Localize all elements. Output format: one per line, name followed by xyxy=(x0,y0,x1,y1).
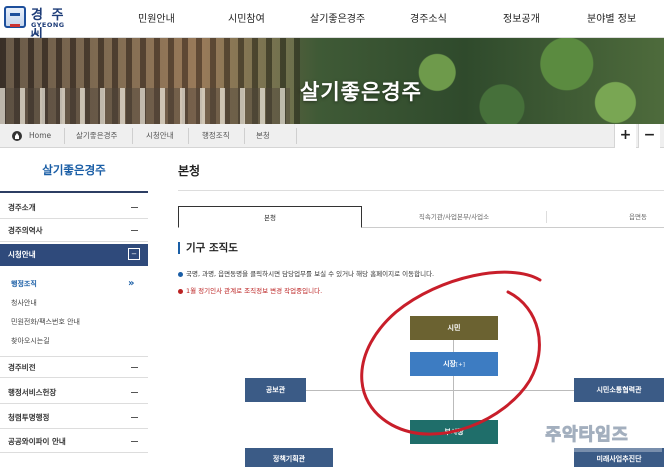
org-box-deputy-mayor[interactable]: 부시장 xyxy=(410,420,498,444)
sidebar-item-integrity[interactable]: 청렴투명행정 xyxy=(0,407,148,429)
zoom-out-button[interactable]: − xyxy=(638,124,660,148)
org-mayor-label: 시장 xyxy=(443,360,456,368)
logo-english-text: GYEONG JU xyxy=(31,21,65,37)
hero-banner: 살기좋은경주 xyxy=(0,38,664,124)
minus-icon xyxy=(131,392,138,393)
org-box-citizen-comm[interactable]: 시민소통협력관 xyxy=(574,378,664,402)
gyeongju-logo[interactable]: 경 주 시 GYEONG JU xyxy=(4,4,74,42)
org-connector xyxy=(453,376,454,420)
info-note-text: 국명, 과명, 읍면동명을 클릭하시면 담당업무를 보실 수 있거나 해당 홈페… xyxy=(186,270,435,278)
sidebar-item-history[interactable]: 경주의역사 xyxy=(0,220,148,242)
sidebar-item-label: 공공와이파이 안내 xyxy=(8,437,66,446)
zoom-in-button[interactable]: + xyxy=(614,124,636,148)
sidebar-item-label: 경주비전 xyxy=(8,363,36,372)
sidebar-sub-building[interactable]: 청사안내 xyxy=(11,298,37,308)
bullet-icon xyxy=(178,271,183,277)
home-icon[interactable] xyxy=(12,131,22,141)
sidebar-title: 살기좋은경주 xyxy=(42,163,106,177)
sidebar-sub-phone[interactable]: 민원전화/팩스번호 안내 xyxy=(11,317,80,327)
minus-icon xyxy=(131,230,138,231)
sidebar-item-wifi[interactable]: 공공와이파이 안내 xyxy=(0,431,148,453)
info-note: 국명, 과명, 읍면동명을 클릭하시면 담당업무를 보실 수 있거나 해당 홈페… xyxy=(178,268,434,278)
double-chevron-right-icon: » xyxy=(128,278,135,289)
breadcrumb: Home 살기좋은경주 시청안내 행정조직 본청 + − xyxy=(0,124,664,148)
bullet-icon xyxy=(178,288,183,294)
sidebar-item-label: 청렴투명행정 xyxy=(8,413,50,422)
sidebar-item-label: 행정서비스헌장 xyxy=(8,388,57,397)
sidebar-item-charter[interactable]: 행정서비스헌장 xyxy=(0,382,148,404)
org-connector xyxy=(306,390,576,391)
sidebar-sub-directions[interactable]: 찾아오시는길 xyxy=(11,336,50,346)
nav-item-participation[interactable]: 시민참여 xyxy=(228,10,265,25)
org-box-planning[interactable]: 정책기획관 xyxy=(245,448,333,467)
city-emblem-icon xyxy=(4,6,26,28)
nav-item-good-life[interactable]: 살기좋은경주 xyxy=(310,10,365,25)
breadcrumb-item-main-office[interactable]: 본청 xyxy=(256,124,270,148)
org-box-mayor[interactable]: 시장[+] xyxy=(410,352,498,376)
tab-affiliated[interactable]: 직속기관/사업본부/사업소 xyxy=(362,206,546,228)
org-connector xyxy=(453,340,454,352)
tab-main-office[interactable]: 본청 xyxy=(178,206,362,228)
minus-icon xyxy=(131,441,138,442)
sidebar-item-label: 시청안내 xyxy=(8,250,36,259)
org-box-citizen[interactable]: 시민 xyxy=(410,316,498,340)
breadcrumb-item-org[interactable]: 행정조직 xyxy=(202,124,230,148)
sidebar-title-divider xyxy=(0,191,148,193)
nav-item-fields[interactable]: 분야별 정보 xyxy=(587,10,636,25)
sidebar: 살기좋은경주 경주소개 경주의역사 시청안내 − 행정조직 » 청사안내 민원전… xyxy=(0,148,148,467)
expand-badge-icon[interactable]: [+] xyxy=(456,362,465,368)
tab-towns[interactable]: 읍면동 xyxy=(546,206,664,228)
sidebar-item-city-hall[interactable]: 시청안내 − xyxy=(0,244,148,266)
collapse-toggle-icon[interactable]: − xyxy=(128,248,140,260)
breadcrumb-item-city-hall[interactable]: 시청안내 xyxy=(146,124,174,148)
nav-item-civil[interactable]: 민원안내 xyxy=(138,10,175,25)
nav-item-disclosure[interactable]: 정보공개 xyxy=(503,10,540,25)
breadcrumb-divider xyxy=(64,128,65,144)
breadcrumb-divider xyxy=(296,128,297,144)
global-nav: 민원안내 시민참여 살기좋은경주 경주소식 정보공개 분야별 정보 xyxy=(120,0,664,38)
warning-note: 1월 정기인사 관계로 조직정보 변경 작업중입니다. xyxy=(178,285,322,295)
minus-icon xyxy=(131,367,138,368)
sidebar-item-label: 경주의역사 xyxy=(8,226,43,235)
minus-icon xyxy=(131,207,138,208)
title-divider xyxy=(178,190,664,191)
watermark: 주악타임즈 xyxy=(512,418,662,452)
warning-note-text: 1월 정기인사 관계로 조직정보 변경 작업중입니다. xyxy=(186,287,323,295)
breadcrumb-divider xyxy=(132,128,133,144)
page-title: 본청 xyxy=(178,164,201,178)
sidebar-sub-org[interactable]: 행정조직 xyxy=(11,279,37,289)
breadcrumb-divider xyxy=(244,128,245,144)
breadcrumb-home[interactable]: Home xyxy=(29,124,51,148)
sidebar-item-label: 경주소개 xyxy=(8,203,36,212)
nav-item-news[interactable]: 경주소식 xyxy=(410,10,447,25)
sidebar-item-intro[interactable]: 경주소개 xyxy=(0,197,148,219)
section-title: 기구 조직도 xyxy=(178,242,238,254)
top-nav-bar: 경 주 시 GYEONG JU 민원안내 시민참여 살기좋은경주 경주소식 정보… xyxy=(0,0,664,42)
stone-railing-image xyxy=(0,88,290,124)
hero-title: 살기좋은경주 xyxy=(300,80,422,104)
breadcrumb-item-good-life[interactable]: 살기좋은경주 xyxy=(76,124,117,148)
minus-icon xyxy=(131,417,138,418)
breadcrumb-divider xyxy=(188,128,189,144)
sidebar-item-vision[interactable]: 경주비전 xyxy=(0,356,148,378)
tab-bar: 본청 직속기관/사업본부/사업소 읍면동 xyxy=(178,206,664,228)
org-box-pr-office[interactable]: 공보관 xyxy=(245,378,306,402)
